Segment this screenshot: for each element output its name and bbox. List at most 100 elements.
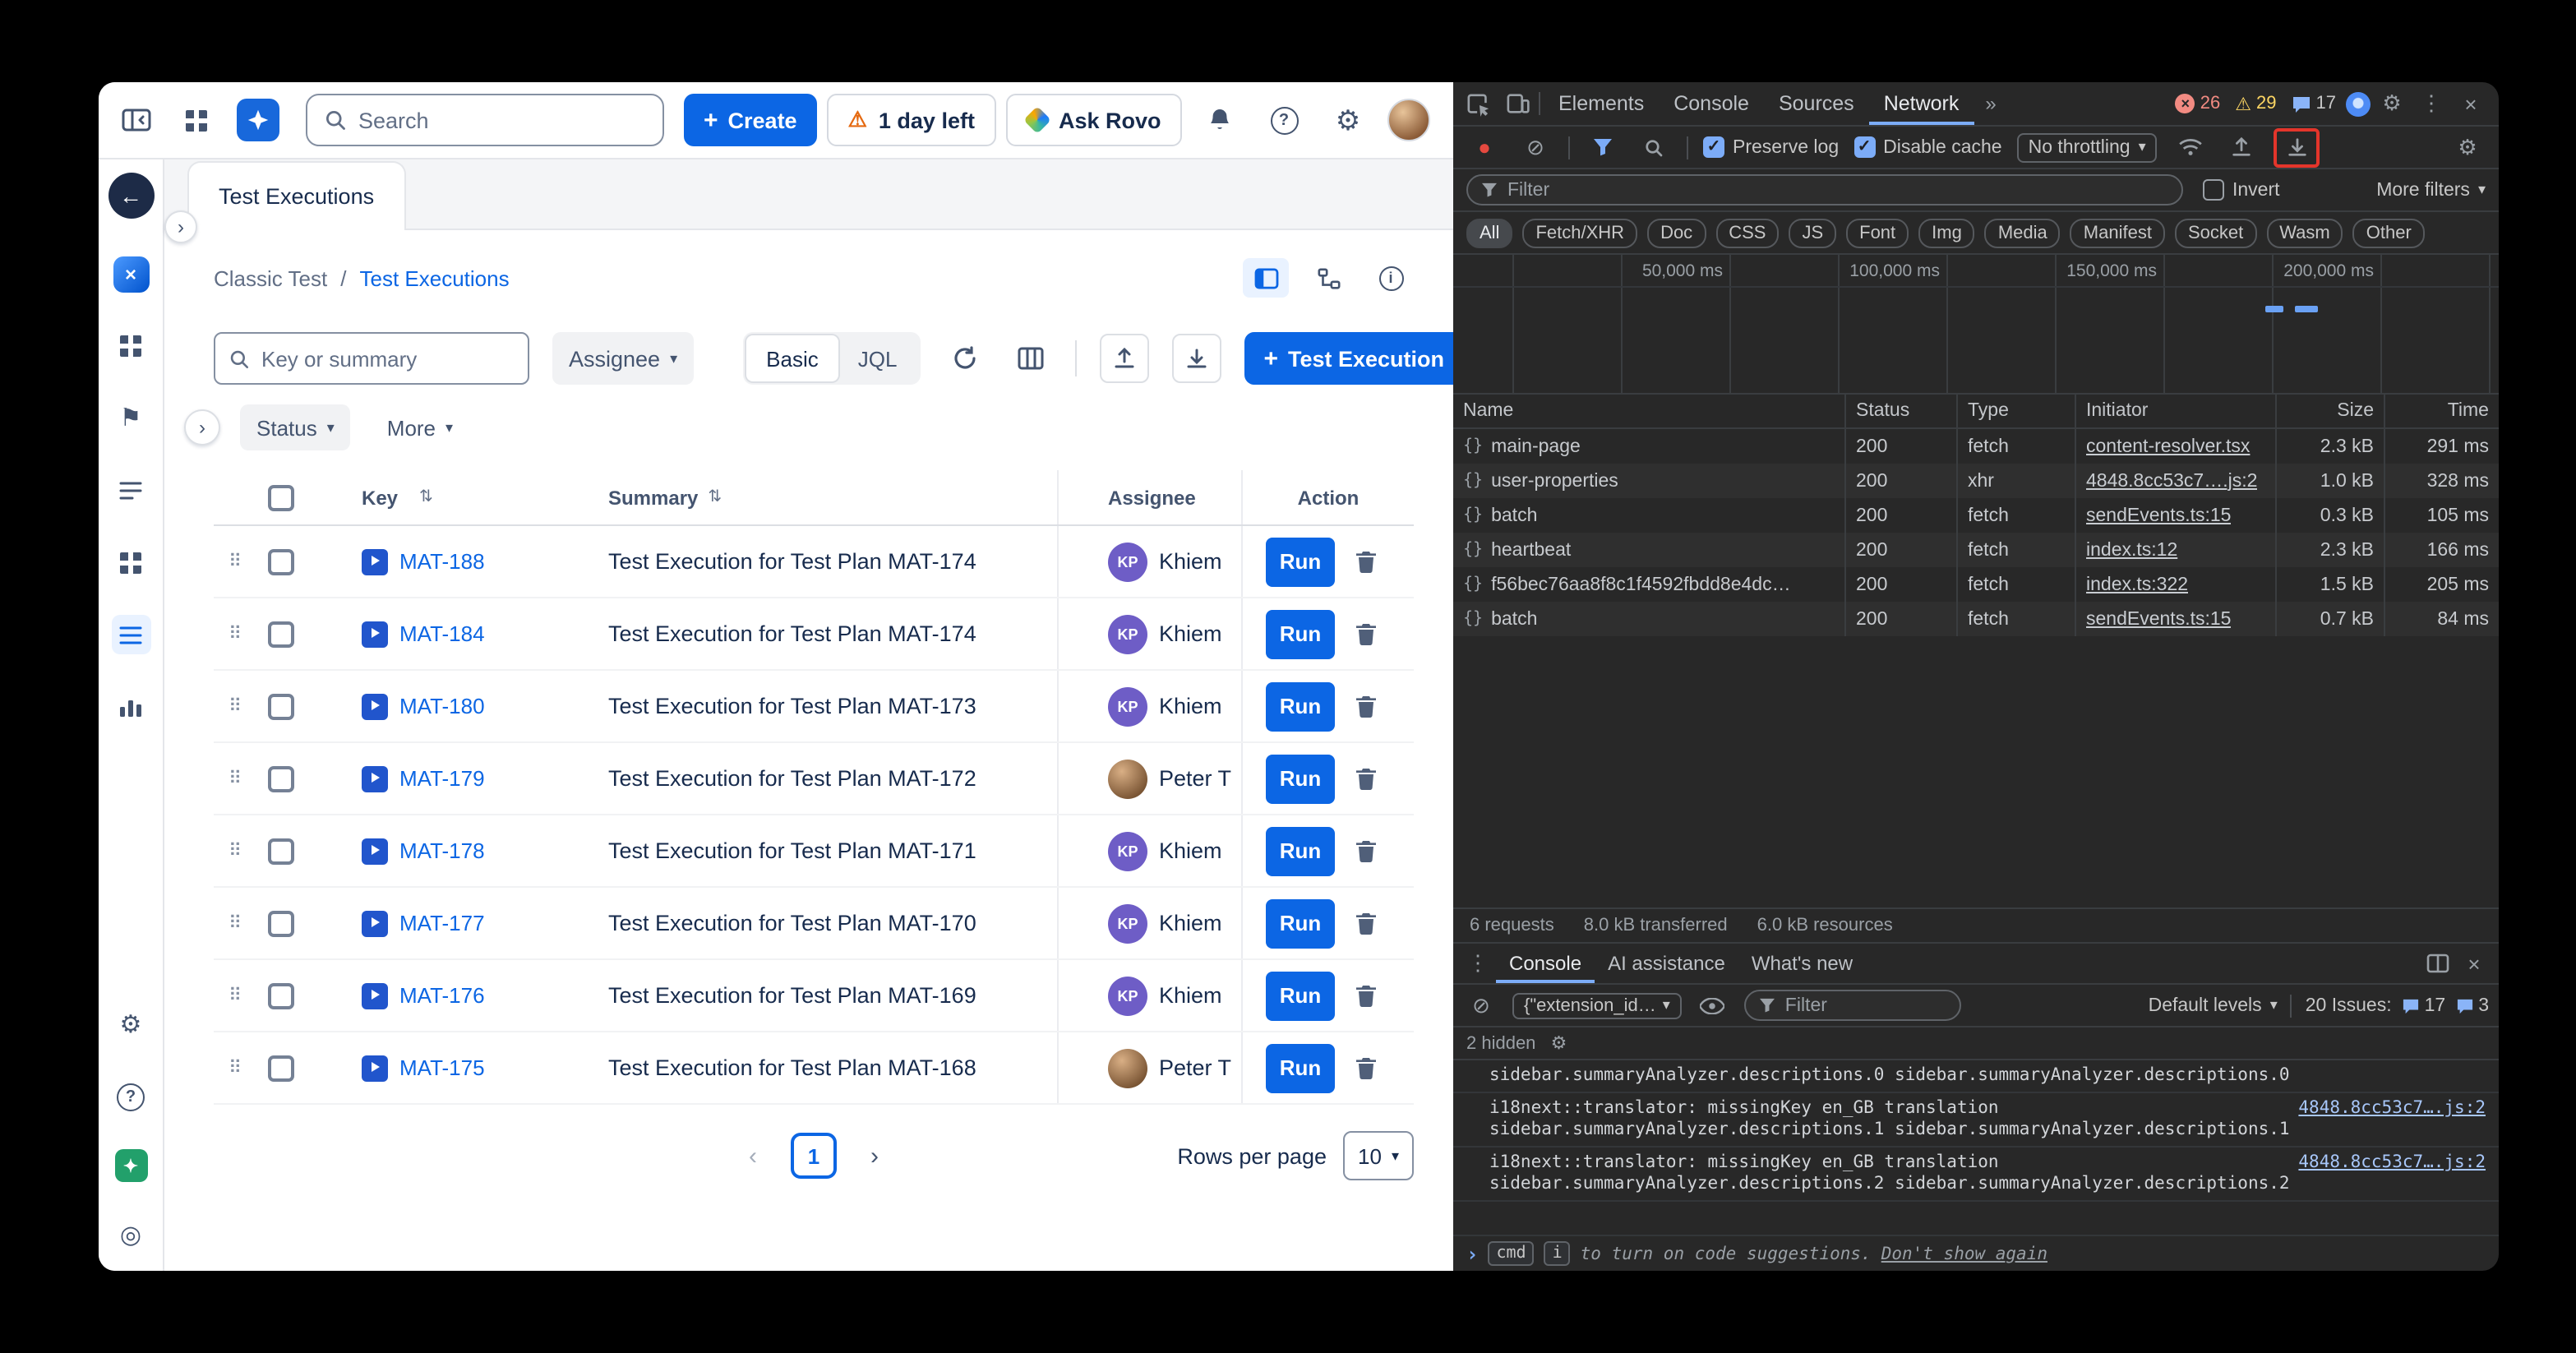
network-request-row[interactable]: {} user-properties 200 xhr 4848.8cc53c7…… bbox=[1453, 464, 2499, 498]
export-har-button[interactable] bbox=[2283, 132, 2312, 162]
row-checkbox[interactable] bbox=[268, 1055, 294, 1081]
request-name[interactable]: batch bbox=[1491, 609, 1537, 629]
column-header-type[interactable]: Type bbox=[1956, 395, 2075, 427]
more-filters-dropdown[interactable]: More ▾ bbox=[371, 404, 469, 450]
sort-icon[interactable]: ⇅ bbox=[708, 488, 722, 506]
devtools-menu-button[interactable]: ⋮ bbox=[2413, 85, 2449, 122]
row-checkbox[interactable] bbox=[268, 982, 294, 1009]
drag-handle[interactable]: ⠿ bbox=[229, 769, 242, 789]
jira-logo[interactable] bbox=[237, 99, 279, 141]
rows-per-page-select[interactable]: 10 ▾ bbox=[1343, 1131, 1414, 1180]
info-button[interactable]: i bbox=[1368, 258, 1414, 298]
devtools-close-button[interactable]: × bbox=[2453, 85, 2489, 122]
issue-key-link[interactable]: MAT-176 bbox=[399, 983, 485, 1008]
issue-key-link[interactable]: MAT-178 bbox=[399, 838, 485, 863]
columns-button[interactable] bbox=[1009, 337, 1051, 380]
resource-type-chip[interactable]: Doc bbox=[1647, 218, 1706, 247]
sidebar-discover-button[interactable]: ◎ bbox=[111, 1215, 150, 1254]
filter-toggle-button[interactable] bbox=[1585, 129, 1621, 165]
green-app-icon[interactable]: ✦ bbox=[114, 1149, 147, 1182]
drawer-close-button[interactable]: × bbox=[2456, 945, 2492, 981]
clear-network-log-button[interactable]: ⊘ bbox=[1517, 129, 1553, 165]
device-toolbar-button[interactable] bbox=[1499, 85, 1535, 122]
resource-type-chip[interactable]: JS bbox=[1789, 218, 1836, 247]
create-button[interactable]: + Create bbox=[684, 94, 817, 146]
run-button[interactable]: Run bbox=[1266, 754, 1335, 803]
request-initiator-link[interactable]: sendEvents.ts:15 bbox=[2086, 506, 2231, 525]
sidebar-item-flagged[interactable]: ⚑ bbox=[111, 398, 150, 437]
expand-sidebar-button[interactable]: › bbox=[164, 210, 197, 243]
extension-icon[interactable] bbox=[2346, 91, 2371, 116]
network-request-row[interactable]: {} heartbeat 200 fetch index.ts:12 2.3 k… bbox=[1453, 533, 2499, 567]
issue-summary[interactable]: Test Execution for Test Plan MAT-169 bbox=[608, 983, 976, 1008]
import-har-button[interactable] bbox=[2223, 129, 2260, 165]
console-message[interactable]: sidebar.summaryAnalyzer.descriptions.0 s… bbox=[1453, 1060, 2499, 1093]
resource-type-chip[interactable]: All bbox=[1466, 218, 1512, 247]
execution-row[interactable]: ⠿ MAT-180 Test Execution for Test Plan M… bbox=[214, 671, 1414, 743]
column-header-status[interactable]: Status bbox=[1844, 395, 1956, 427]
request-initiator-link[interactable]: sendEvents.ts:15 bbox=[2086, 609, 2231, 629]
search-network-button[interactable] bbox=[1636, 129, 1672, 165]
column-header-summary[interactable]: Summary bbox=[608, 486, 698, 509]
run-button[interactable]: Run bbox=[1266, 826, 1335, 875]
request-name[interactable]: f56bec76aa8f8c1f4592fbdd8e4dc… bbox=[1491, 575, 1791, 594]
issue-key-link[interactable]: MAT-175 bbox=[399, 1055, 485, 1080]
delete-button[interactable] bbox=[1355, 838, 1378, 863]
basic-mode-button[interactable]: Basic bbox=[746, 335, 838, 381]
sidebar-item-reports[interactable] bbox=[111, 687, 150, 727]
issue-summary[interactable]: Test Execution for Test Plan MAT-174 bbox=[608, 549, 976, 574]
issue-key-link[interactable]: MAT-188 bbox=[399, 549, 485, 574]
devtools-tab[interactable]: Sources bbox=[1764, 82, 1869, 125]
drag-handle[interactable]: ⠿ bbox=[229, 552, 242, 572]
sidebar-help-button[interactable]: ? bbox=[111, 1077, 150, 1116]
issues-count-badge[interactable]: 17 bbox=[2292, 94, 2337, 113]
issue-summary[interactable]: Test Execution for Test Plan MAT-172 bbox=[608, 766, 976, 791]
issue-key-link[interactable]: MAT-179 bbox=[399, 766, 485, 791]
drag-handle[interactable]: ⠿ bbox=[229, 914, 242, 934]
resource-type-chip[interactable]: Wasm bbox=[2266, 218, 2343, 247]
sort-icon[interactable]: ⇅ bbox=[419, 488, 433, 506]
select-all-checkbox[interactable] bbox=[268, 484, 294, 510]
record-network-log-button[interactable]: ● bbox=[1466, 129, 1503, 165]
console-settings-button[interactable]: ⚙ bbox=[1545, 1030, 1572, 1056]
drag-handle[interactable]: ⠿ bbox=[229, 842, 242, 861]
notifications-button[interactable] bbox=[1195, 95, 1244, 145]
delete-button[interactable] bbox=[1355, 911, 1378, 935]
request-name[interactable]: user-properties bbox=[1491, 471, 1618, 491]
devtools-tab[interactable]: Elements bbox=[1544, 82, 1659, 125]
issue-key-link[interactable]: MAT-180 bbox=[399, 694, 485, 718]
execution-row[interactable]: ⠿ MAT-177 Test Execution for Test Plan M… bbox=[214, 888, 1414, 960]
delete-button[interactable] bbox=[1355, 766, 1378, 791]
network-request-row[interactable]: {} main-page 200 fetch content-resolver.… bbox=[1453, 429, 2499, 464]
issue-summary[interactable]: Test Execution for Test Plan MAT-170 bbox=[608, 911, 976, 935]
drag-handle[interactable]: ⠿ bbox=[229, 697, 242, 717]
run-button[interactable]: Run bbox=[1266, 609, 1335, 658]
detail-view-toggle-button[interactable] bbox=[1243, 258, 1289, 298]
drag-handle[interactable]: ⠿ bbox=[229, 625, 242, 644]
devtools-tab[interactable]: Console bbox=[1659, 82, 1764, 125]
new-test-execution-button[interactable]: + Test Execution bbox=[1244, 332, 1453, 385]
execution-row[interactable]: ⠿ MAT-184 Test Execution for Test Plan M… bbox=[214, 598, 1414, 671]
key-summary-filter-input[interactable]: Key or summary bbox=[214, 332, 529, 385]
export-button[interactable] bbox=[1171, 334, 1221, 383]
network-conditions-button[interactable] bbox=[2172, 129, 2209, 165]
execution-row[interactable]: ⠿ MAT-176 Test Execution for Test Plan M… bbox=[214, 960, 1414, 1032]
run-button[interactable]: Run bbox=[1266, 1043, 1335, 1092]
eye-button[interactable] bbox=[1695, 987, 1731, 1023]
row-checkbox[interactable] bbox=[268, 693, 294, 719]
collapse-sidebar-button[interactable] bbox=[112, 95, 161, 145]
network-overview[interactable]: 50,000 ms100,000 ms150,000 ms200,000 ms bbox=[1453, 255, 2499, 395]
request-initiator-link[interactable]: content-resolver.tsx bbox=[2086, 436, 2250, 456]
log-levels-select[interactable]: Default levels ▾ bbox=[2149, 995, 2278, 1015]
delete-button[interactable] bbox=[1355, 983, 1378, 1008]
tree-view-toggle-button[interactable] bbox=[1305, 258, 1351, 298]
xray-app-logo[interactable]: × bbox=[113, 256, 149, 293]
global-search-input[interactable]: Search bbox=[306, 94, 664, 146]
more-tabs-button[interactable]: » bbox=[1977, 92, 2004, 115]
issue-key-link[interactable]: MAT-184 bbox=[399, 621, 485, 646]
network-settings-button[interactable]: ⚙ bbox=[2449, 129, 2486, 165]
help-button[interactable]: ? bbox=[1259, 95, 1309, 145]
context-selector[interactable]: {"extension_id… ▾ bbox=[1512, 992, 1682, 1018]
sidebar-item-projects[interactable] bbox=[111, 543, 150, 582]
run-button[interactable]: Run bbox=[1266, 681, 1335, 731]
